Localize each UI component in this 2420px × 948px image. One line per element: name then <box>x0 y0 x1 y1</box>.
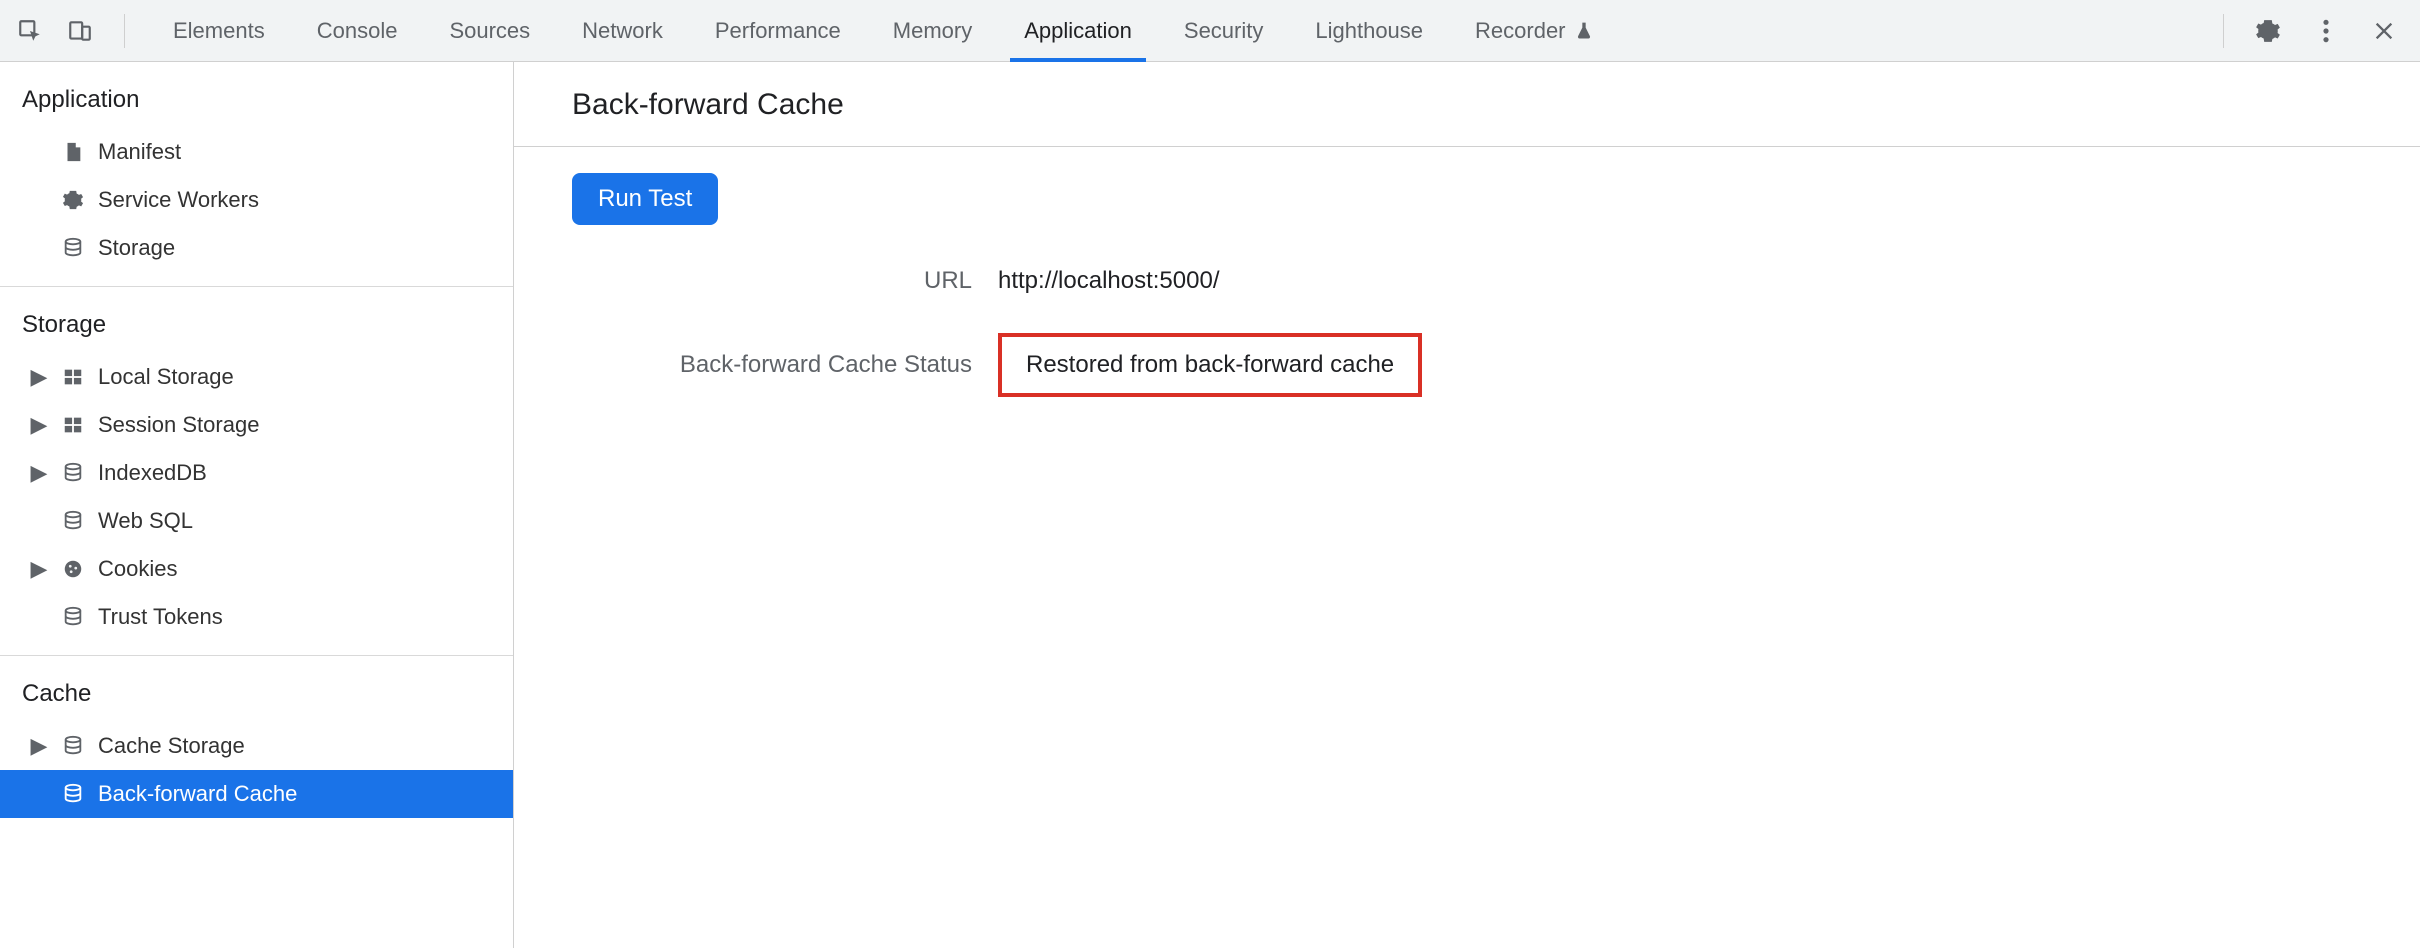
status-label: Back-forward Cache Status <box>572 351 972 379</box>
sidebar-item-service-workers[interactable]: ▶ Service Workers <box>0 176 513 224</box>
database-icon <box>60 604 86 630</box>
tab-sources[interactable]: Sources <box>423 0 556 61</box>
status-value: Restored from back-forward cache <box>998 333 1422 397</box>
tab-label: Elements <box>173 18 265 44</box>
sidebar-section-application: Application ▶ Manifest ▶ Service Workers… <box>0 62 513 287</box>
bfcache-status-grid: URL http://localhost:5000/ Back-forward … <box>572 267 1672 397</box>
inspect-element-icon[interactable] <box>14 15 46 47</box>
application-sidebar: Application ▶ Manifest ▶ Service Workers… <box>0 62 514 948</box>
application-panel-body: Application ▶ Manifest ▶ Service Workers… <box>0 62 2420 948</box>
tab-label: Security <box>1184 18 1263 44</box>
sidebar-section-title: Cache <box>0 670 513 722</box>
tab-lighthouse[interactable]: Lighthouse <box>1289 0 1449 61</box>
tab-network[interactable]: Network <box>556 0 689 61</box>
chevron-right-icon[interactable]: ▶ <box>30 556 48 582</box>
panel-header: Back-forward Cache <box>514 62 2420 147</box>
settings-gear-icon[interactable] <box>2252 15 2284 47</box>
chevron-right-icon[interactable]: ▶ <box>30 460 48 486</box>
chevron-right-icon[interactable]: ▶ <box>30 733 48 759</box>
sidebar-item-web-sql[interactable]: ▶ Web SQL <box>0 497 513 545</box>
sidebar-item-storage[interactable]: ▶ Storage <box>0 224 513 272</box>
database-icon <box>60 508 86 534</box>
database-icon <box>60 235 86 261</box>
sidebar-item-label: Session Storage <box>98 412 259 438</box>
sidebar-item-back-forward-cache[interactable]: ▶ Back-forward Cache <box>0 770 513 818</box>
toolbar-right-group <box>2221 14 2406 48</box>
tab-label: Memory <box>893 18 972 44</box>
sidebar-item-label: Back-forward Cache <box>98 781 297 807</box>
tab-application[interactable]: Application <box>998 0 1158 61</box>
sidebar-section-cache: Cache ▶ Cache Storage ▶ Back-forward Cac… <box>0 656 513 832</box>
sidebar-item-local-storage[interactable]: ▶ Local Storage <box>0 353 513 401</box>
tab-memory[interactable]: Memory <box>867 0 998 61</box>
close-icon[interactable] <box>2368 15 2400 47</box>
bfcache-panel: Back-forward Cache Run Test URL http://l… <box>514 62 2420 948</box>
sidebar-item-trust-tokens[interactable]: ▶ Trust Tokens <box>0 593 513 641</box>
tab-recorder[interactable]: Recorder <box>1449 0 1619 61</box>
chevron-right-icon[interactable]: ▶ <box>30 412 48 438</box>
toolbar-left-group <box>14 14 135 48</box>
sidebar-item-indexeddb[interactable]: ▶ IndexedDB <box>0 449 513 497</box>
devtools-tabs: Elements Console Sources Network Perform… <box>147 0 1620 61</box>
sidebar-item-label: Trust Tokens <box>98 604 223 630</box>
tab-label: Sources <box>449 18 530 44</box>
sidebar-item-label: Manifest <box>98 139 181 165</box>
grid-icon <box>60 412 86 438</box>
sidebar-item-label: Cache Storage <box>98 733 245 759</box>
tab-console[interactable]: Console <box>291 0 424 61</box>
device-toggle-icon[interactable] <box>64 15 96 47</box>
sidebar-section-storage: Storage ▶ Local Storage ▶ Session Storag… <box>0 287 513 656</box>
sidebar-item-label: Cookies <box>98 556 177 582</box>
url-label: URL <box>572 267 972 295</box>
url-value: http://localhost:5000/ <box>998 267 1219 295</box>
sidebar-item-label: Web SQL <box>98 508 193 534</box>
gear-icon <box>60 187 86 213</box>
tab-performance[interactable]: Performance <box>689 0 867 61</box>
devtools-toolbar: Elements Console Sources Network Perform… <box>0 0 2420 62</box>
panel-content: Run Test URL http://localhost:5000/ Back… <box>514 147 2420 423</box>
tab-label: Application <box>1024 18 1132 44</box>
sidebar-item-label: Local Storage <box>98 364 234 390</box>
sidebar-item-session-storage[interactable]: ▶ Session Storage <box>0 401 513 449</box>
sidebar-section-title: Storage <box>0 301 513 353</box>
tab-label: Performance <box>715 18 841 44</box>
tab-label: Console <box>317 18 398 44</box>
sidebar-item-cache-storage[interactable]: ▶ Cache Storage <box>0 722 513 770</box>
database-icon <box>60 781 86 807</box>
toolbar-divider <box>2223 14 2224 48</box>
toolbar-divider <box>124 14 125 48</box>
flask-icon <box>1574 21 1594 41</box>
tab-label: Recorder <box>1475 18 1565 44</box>
sidebar-item-label: Service Workers <box>98 187 259 213</box>
sidebar-section-title: Application <box>0 76 513 128</box>
chevron-right-icon[interactable]: ▶ <box>30 364 48 390</box>
sidebar-item-manifest[interactable]: ▶ Manifest <box>0 128 513 176</box>
database-icon <box>60 733 86 759</box>
cookie-icon <box>60 556 86 582</box>
database-icon <box>60 460 86 486</box>
sidebar-item-cookies[interactable]: ▶ Cookies <box>0 545 513 593</box>
tab-label: Network <box>582 18 663 44</box>
more-menu-icon[interactable] <box>2310 15 2342 47</box>
tab-elements[interactable]: Elements <box>147 0 291 61</box>
run-test-button[interactable]: Run Test <box>572 173 718 225</box>
sidebar-item-label: Storage <box>98 235 175 261</box>
file-icon <box>60 139 86 165</box>
sidebar-item-label: IndexedDB <box>98 460 207 486</box>
tab-security[interactable]: Security <box>1158 0 1289 61</box>
panel-title: Back-forward Cache <box>572 88 2420 122</box>
grid-icon <box>60 364 86 390</box>
tab-label: Lighthouse <box>1315 18 1423 44</box>
